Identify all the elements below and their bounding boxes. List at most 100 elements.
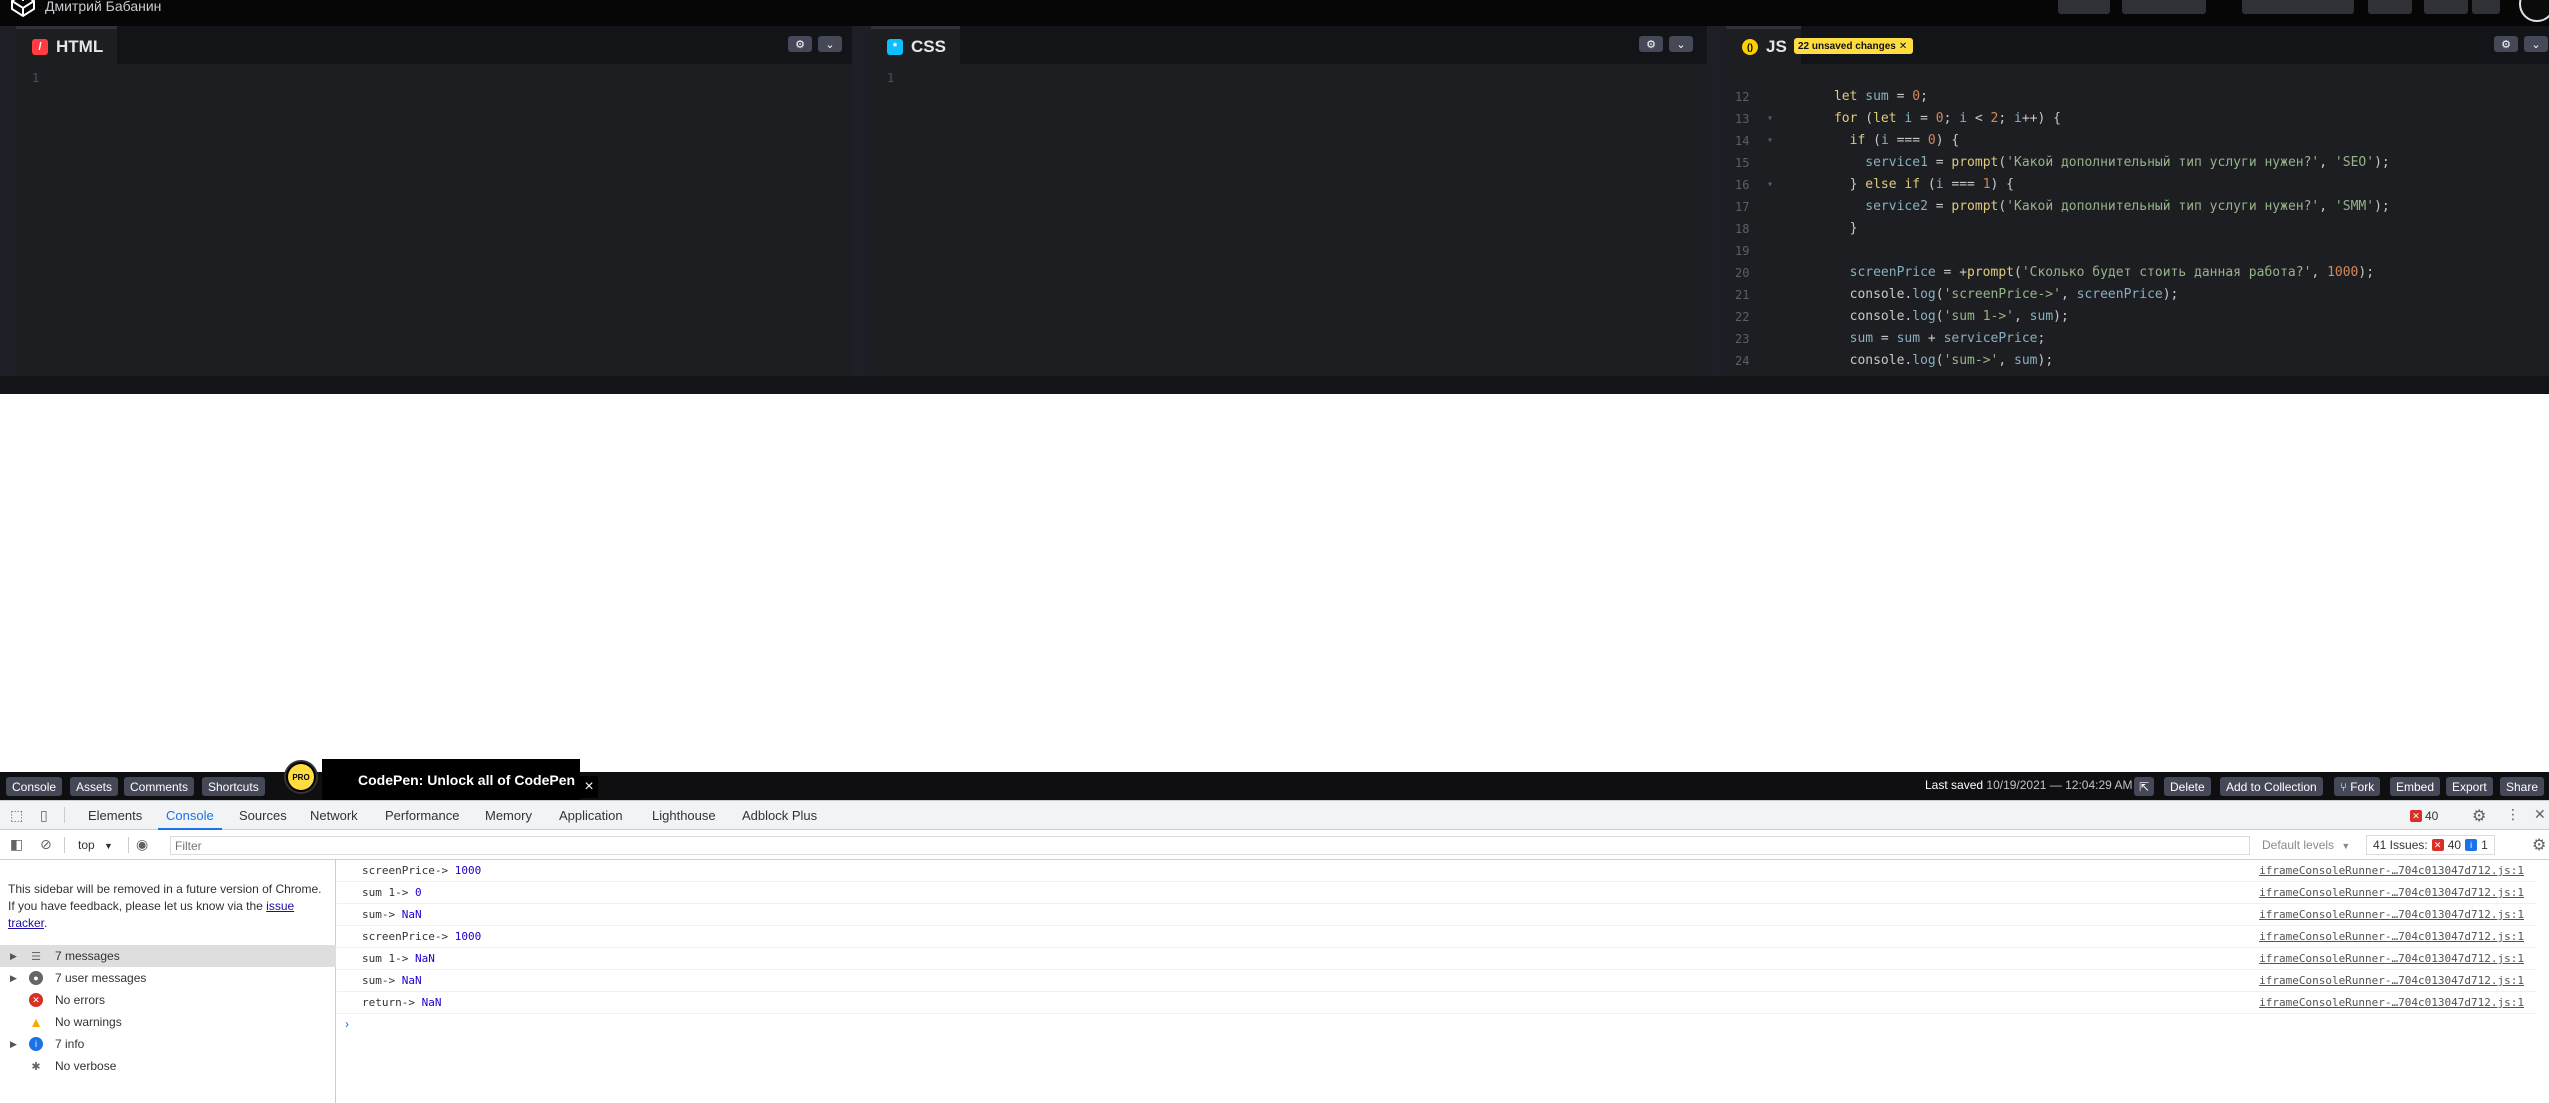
comments-button[interactable]: Comments	[124, 777, 195, 796]
preview-pane[interactable]	[0, 394, 2549, 772]
share-button[interactable]: Share	[2500, 777, 2545, 796]
sidebar-item-info[interactable]: ▶ i 7 info	[0, 1033, 336, 1055]
tab-lighthouse[interactable]: Lighthouse	[652, 801, 716, 830]
issues-button[interactable]: 41 Issues: ✕ 40 i 1	[2366, 835, 2495, 855]
css-editor-tabbar: * CSS ⚙ ⌄	[871, 26, 1707, 64]
live-expression-eye-icon[interactable]: ◉	[136, 836, 148, 853]
promo-close-icon[interactable]: ×	[580, 776, 598, 798]
sidebar-item-warnings[interactable]: ▲ No warnings	[0, 1011, 336, 1033]
sidebar-item-user-messages[interactable]: ▶ ● 7 user messages	[0, 967, 336, 989]
note-end: .	[44, 916, 48, 930]
css-chevron-down-icon[interactable]: ⌄	[1669, 36, 1693, 52]
more-options-icon[interactable]: ⋮	[2506, 806, 2520, 823]
embed-button[interactable]: Embed	[2390, 777, 2441, 796]
line-number: 12	[1735, 90, 1750, 104]
user-avatar[interactable]	[2519, 0, 2549, 22]
close-icon[interactable]: ✕	[1899, 41, 1907, 52]
line-number: 24	[1735, 354, 1750, 368]
console-output[interactable]: screenPrice-> 1000 iframeConsoleRunner-……	[337, 860, 2549, 1103]
close-devtools-icon[interactable]: ✕	[2534, 806, 2546, 823]
tab-js[interactable]: () JS	[1726, 26, 1801, 64]
codepen-logo-icon[interactable]	[10, 0, 36, 18]
line-number: 22	[1735, 310, 1750, 324]
console-settings-icon[interactable]: ⚙	[2532, 835, 2546, 855]
shortcuts-button[interactable]: Shortcuts	[202, 777, 265, 796]
header-button-5[interactable]	[2424, 0, 2468, 14]
html-settings-icon[interactable]: ⚙	[788, 36, 812, 52]
log-source-link[interactable]: iframeConsoleRunner-…704c013047d712.js:1	[2259, 974, 2524, 987]
tab-memory[interactable]: Memory	[485, 801, 532, 830]
log-source-link[interactable]: iframeConsoleRunner-…704c013047d712.js:1	[2259, 996, 2524, 1009]
log-message: sum-> NaN	[362, 908, 422, 921]
add-to-collection-button[interactable]: Add to Collection	[2220, 777, 2323, 796]
pro-badge[interactable]: PRO	[284, 760, 318, 794]
log-source-link[interactable]: iframeConsoleRunner-…704c013047d712.js:1	[2259, 864, 2524, 877]
sidebar-item-verbose[interactable]: ✱ No verbose	[0, 1055, 336, 1077]
default-levels-dropdown[interactable]: Default levels ▼	[2262, 838, 2350, 852]
header-button-1[interactable]	[2058, 0, 2110, 14]
inspect-element-icon[interactable]: ⬚	[10, 807, 23, 824]
pro-promo-banner[interactable]: CodePen: Unlock all of CodePen	[322, 759, 580, 800]
console-filter-input[interactable]	[170, 836, 2250, 855]
delete-button[interactable]: Delete	[2164, 777, 2211, 796]
console-prompt-chevron-icon[interactable]: ›	[345, 1017, 349, 1031]
js-settings-icon[interactable]: ⚙	[2494, 36, 2518, 52]
expand-arrow-icon[interactable]: ▶	[10, 973, 17, 984]
log-source-link[interactable]: iframeConsoleRunner-…704c013047d712.js:1	[2259, 930, 2524, 943]
tab-performance[interactable]: Performance	[385, 801, 459, 830]
js-chevron-down-icon[interactable]: ⌄	[2524, 36, 2548, 52]
tab-application[interactable]: Application	[559, 801, 623, 830]
fold-arrow-icon[interactable]: ▾	[1767, 174, 1773, 196]
external-link-icon[interactable]: ⇱	[2134, 777, 2155, 796]
tab-console[interactable]: Console	[158, 801, 222, 830]
expand-arrow-icon[interactable]: ▶	[10, 1039, 17, 1050]
log-value: NaN	[401, 908, 422, 921]
log-message: sum 1-> NaN	[362, 952, 435, 965]
log-source-link[interactable]: iframeConsoleRunner-…704c013047d712.js:1	[2259, 908, 2524, 921]
tab-adblock-plus[interactable]: Adblock Plus	[742, 801, 817, 830]
css-settings-icon[interactable]: ⚙	[1639, 36, 1663, 52]
tab-html[interactable]: / HTML	[16, 26, 118, 64]
tab-elements[interactable]: Elements	[88, 801, 142, 830]
clear-console-icon[interactable]: ⊘	[40, 836, 52, 853]
js-editor-tabbar: () JS 22 unsaved changes ✕ ⚙ ⌄	[1726, 26, 2549, 64]
log-source-link[interactable]: iframeConsoleRunner-…704c013047d712.js:1	[2259, 886, 2524, 899]
sidebar-item-errors[interactable]: ✕ No errors	[0, 989, 336, 1011]
context-selector[interactable]: top ▼	[78, 838, 113, 852]
fold-arrow-icon[interactable]: ▾	[1767, 130, 1773, 152]
console-button[interactable]: Console	[6, 777, 63, 796]
line-number: 16	[1735, 178, 1750, 192]
code-line: 18 }	[1735, 196, 2390, 236]
tab-sources[interactable]: Sources	[239, 801, 287, 830]
error-count-badge[interactable]: ✕ 40	[2410, 808, 2438, 824]
js-code[interactable]: 12 let sum = 0; 13 ▾ for (let i = 0; i < 2;…	[1735, 64, 2390, 390]
sidebar-toggle-icon[interactable]: ◧	[10, 836, 23, 853]
promo-text: CodePen: Unlock all of CodePen	[358, 771, 576, 788]
sidebar-item-messages[interactable]: ▶ ☰ 7 messages	[0, 945, 336, 967]
pro-label: PRO	[288, 764, 314, 790]
line-number: 23	[1735, 332, 1750, 346]
assets-button[interactable]: Assets	[70, 777, 119, 796]
fork-button[interactable]: ⑂ Fork	[2334, 777, 2381, 796]
author-name[interactable]: Дмитрий Бабанин	[45, 0, 161, 14]
device-toolbar-icon[interactable]: ▯	[40, 807, 48, 824]
tab-network[interactable]: Network	[310, 801, 358, 830]
line-number: 17	[1735, 200, 1750, 214]
header-button-2[interactable]	[2122, 0, 2206, 14]
header-button-6[interactable]	[2472, 0, 2500, 14]
expand-arrow-icon[interactable]: ▶	[10, 951, 17, 962]
html-chevron-down-icon[interactable]: ⌄	[818, 36, 842, 52]
unsaved-changes-badge[interactable]: 22 unsaved changes ✕	[1794, 38, 1914, 54]
fold-arrow-icon[interactable]: ▾	[1767, 108, 1773, 130]
log-source-link[interactable]: iframeConsoleRunner-…704c013047d712.js:1	[2259, 952, 2524, 965]
log-text: screenPrice->	[362, 930, 455, 943]
log-text: sum 1->	[362, 886, 415, 899]
export-button[interactable]: Export	[2446, 777, 2493, 796]
header-button-3[interactable]	[2242, 0, 2354, 14]
settings-gear-icon[interactable]: ⚙	[2472, 806, 2486, 826]
code-line: 20 screenPrice = +prompt('Сколько будет …	[1735, 240, 2390, 280]
editor-resize-bar[interactable]	[0, 376, 2549, 394]
header-button-4[interactable]	[2368, 0, 2412, 14]
tab-css[interactable]: * CSS	[871, 26, 960, 64]
line-number: 13	[1735, 112, 1750, 126]
